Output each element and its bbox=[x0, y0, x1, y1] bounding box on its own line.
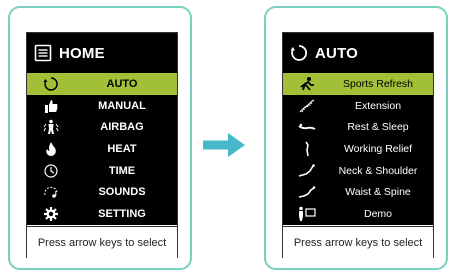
home-header: HOME bbox=[27, 33, 177, 73]
auto-device-frame: AUTO Sports Refresh Extension Rest & Sle… bbox=[264, 6, 448, 270]
thumbs-up-icon bbox=[41, 97, 61, 115]
auto-item-label: Neck & Shoulder bbox=[338, 164, 418, 177]
auto-footer-hint: Press arrow keys to select bbox=[283, 226, 433, 258]
sports-refresh-icon bbox=[297, 75, 317, 93]
auto-item-label: Rest & Sleep bbox=[347, 121, 409, 134]
home-menu: AUTO MANUAL AIRBAG HEAT TIME SOUNDS SETT… bbox=[27, 73, 177, 225]
home-item-auto[interactable]: AUTO bbox=[27, 73, 177, 95]
auto-cycle-icon bbox=[290, 44, 308, 62]
auto-item-sports-refresh[interactable]: Sports Refresh bbox=[283, 73, 433, 95]
auto-item-label: Extension bbox=[354, 99, 402, 112]
auto-item-label: Waist & Spine bbox=[345, 186, 411, 199]
auto-item-neck-shoulder[interactable]: Neck & Shoulder bbox=[283, 160, 433, 182]
demo-icon bbox=[297, 205, 317, 223]
auto-item-label: Demo bbox=[363, 207, 392, 220]
home-item-sounds[interactable]: SOUNDS bbox=[27, 181, 177, 203]
auto-screen: AUTO Sports Refresh Extension Rest & Sle… bbox=[282, 32, 434, 258]
home-item-label: MANUAL bbox=[98, 99, 146, 112]
auto-item-label: Sports Refresh bbox=[342, 77, 414, 90]
auto-title: AUTO bbox=[315, 44, 359, 62]
menu-list-icon bbox=[34, 44, 52, 62]
auto-item-label: Working Relief bbox=[343, 142, 413, 155]
gear-icon bbox=[41, 205, 61, 223]
extension-icon bbox=[297, 97, 317, 115]
auto-item-working-relief[interactable]: Working Relief bbox=[283, 138, 433, 160]
home-item-time[interactable]: TIME bbox=[27, 160, 177, 182]
auto-item-demo[interactable]: Demo bbox=[283, 203, 433, 225]
auto-item-rest-sleep[interactable]: Rest & Sleep bbox=[283, 116, 433, 138]
home-title: HOME bbox=[59, 44, 105, 62]
clock-icon bbox=[41, 162, 61, 180]
flame-icon bbox=[41, 140, 61, 158]
airbag-person-icon bbox=[41, 118, 61, 136]
home-item-label: SOUNDS bbox=[98, 186, 146, 199]
home-item-label: AUTO bbox=[106, 77, 138, 90]
working-relief-icon bbox=[297, 140, 317, 158]
home-footer-hint: Press arrow keys to select bbox=[27, 226, 177, 258]
home-item-label: TIME bbox=[108, 164, 136, 177]
home-item-heat[interactable]: HEAT bbox=[27, 138, 177, 160]
auto-item-waist-spine[interactable]: Waist & Spine bbox=[283, 181, 433, 203]
home-item-label: HEAT bbox=[107, 142, 137, 155]
home-item-label: AIRBAG bbox=[100, 121, 144, 134]
home-item-manual[interactable]: MANUAL bbox=[27, 95, 177, 117]
home-device-frame: HOME AUTO MANUAL AIRBAG HEAT TIME SOUNDS… bbox=[8, 6, 192, 270]
waist-spine-icon bbox=[297, 183, 317, 201]
auto-cycle-icon bbox=[41, 75, 61, 93]
auto-item-extension[interactable]: Extension bbox=[283, 95, 433, 117]
auto-header: AUTO bbox=[283, 33, 433, 73]
navigate-arrow-icon bbox=[203, 132, 247, 163]
home-item-setting[interactable]: SETTING bbox=[27, 203, 177, 225]
home-screen: HOME AUTO MANUAL AIRBAG HEAT TIME SOUNDS… bbox=[26, 32, 178, 258]
home-item-airbag[interactable]: AIRBAG bbox=[27, 116, 177, 138]
auto-menu: Sports Refresh Extension Rest & Sleep Wo… bbox=[283, 73, 433, 225]
home-item-label: SETTING bbox=[98, 207, 146, 220]
neck-shoulder-icon bbox=[297, 162, 317, 180]
sound-icon bbox=[41, 183, 61, 201]
rest-sleep-icon bbox=[297, 118, 317, 136]
